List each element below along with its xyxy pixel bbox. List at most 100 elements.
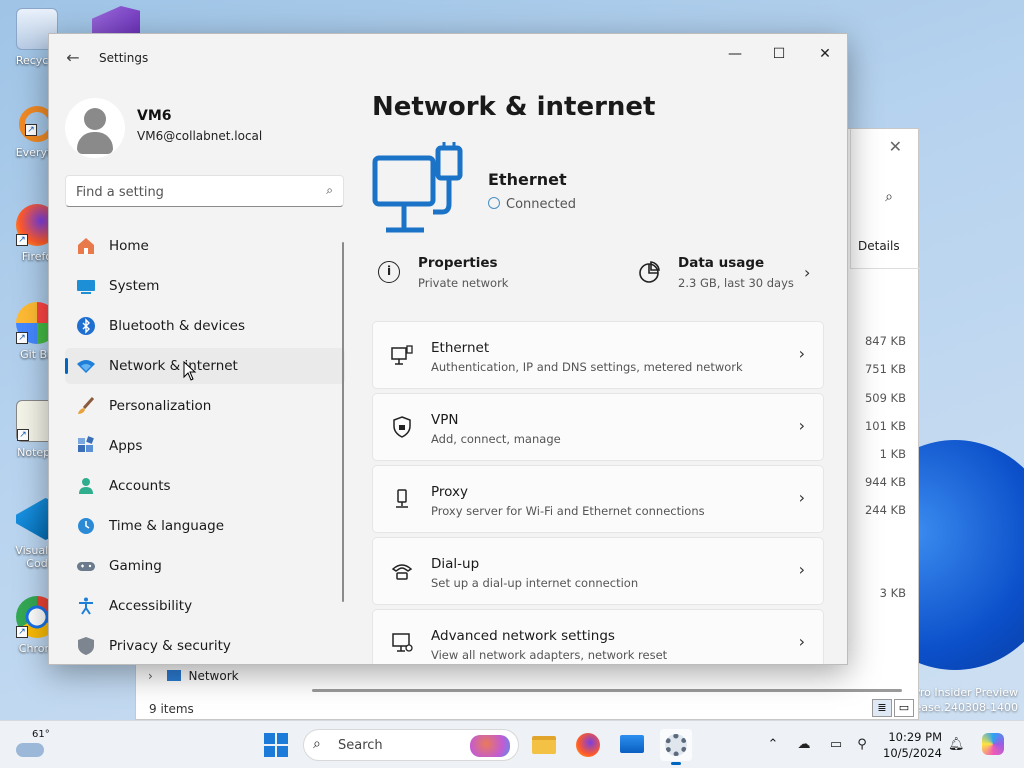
tiles-view-icon[interactable]: ▭ xyxy=(894,699,914,717)
connection-name: Ethernet xyxy=(488,170,567,189)
chevron-right-icon[interactable]: › xyxy=(148,669,153,683)
sidebar-item-system[interactable]: System xyxy=(65,268,345,304)
sidebar-item-accessibility[interactable]: Accessibility xyxy=(65,588,345,624)
weather-widget[interactable]: 61° xyxy=(16,729,52,761)
taskbar: 61° ⌕ Search ⌃ ☁ ▭ ⚲ 10:29 PM 10/5/2024 … xyxy=(0,720,1024,768)
dialup-icon xyxy=(391,564,413,580)
brush-icon xyxy=(78,396,95,414)
network-status-icon[interactable]: ⚲ xyxy=(854,737,870,753)
chevron-right-icon: › xyxy=(798,344,805,363)
display-icon[interactable]: ▭ xyxy=(828,737,844,753)
clock[interactable]: 10:29 PM 10/5/2024 xyxy=(880,729,942,761)
sidebar-item-gaming[interactable]: Gaming xyxy=(65,548,345,584)
sidebar-item-bluetooth[interactable]: Bluetooth & devices xyxy=(65,308,345,344)
search-icon: ⌕ xyxy=(313,736,321,752)
sidebar-item-time-language[interactable]: Time & language xyxy=(65,508,345,544)
windows-logo-tile xyxy=(264,733,275,744)
sidebar-item-home[interactable]: Home xyxy=(65,228,345,264)
avatar-head-shape xyxy=(84,108,106,130)
shortcut-arrow-icon: ↗ xyxy=(16,626,28,638)
chevron-up-icon[interactable]: ⌃ xyxy=(765,737,781,753)
advanced-network-card[interactable]: Advanced network settings View all netwo… xyxy=(372,609,824,664)
chevron-right-icon: › xyxy=(798,488,805,507)
find-setting-input[interactable] xyxy=(76,182,306,202)
sidebar-item-label: Time & language xyxy=(109,518,225,534)
info-icon: i xyxy=(378,261,400,283)
sidebar-item-network[interactable]: Network & internet xyxy=(65,348,345,384)
settings-window[interactable]: ← Settings — ☐ ✕ VM6 VM6@collabnet.local… xyxy=(48,33,848,665)
properties-link[interactable]: i Properties Private network xyxy=(378,253,578,297)
settings-taskbar-button[interactable] xyxy=(660,729,692,765)
close-button[interactable]: ✕ xyxy=(803,40,847,68)
details-view-icon[interactable]: ≣ xyxy=(872,699,892,717)
file-size: 751 KB xyxy=(864,362,906,376)
temperature: 61° xyxy=(32,729,50,740)
search-icon[interactable]: ⌕ xyxy=(326,183,333,198)
title-bar[interactable]: ← Settings — ☐ ✕ xyxy=(49,34,847,82)
taskbar-search-label: Search xyxy=(338,738,383,753)
globe-icon xyxy=(488,197,500,209)
card-subtitle: Proxy server for Wi-Fi and Ethernet conn… xyxy=(431,504,705,518)
find-setting-box[interactable]: ⌕ xyxy=(65,175,344,207)
ethernet-card[interactable]: Ethernet Authentication, IP and DNS sett… xyxy=(372,321,824,389)
sidebar-item-label: Home xyxy=(109,238,149,254)
dialup-card[interactable]: Dial-up Set up a dial-up internet connec… xyxy=(372,537,824,605)
data-usage-title: Data usage xyxy=(678,255,765,271)
sidebar-item-apps[interactable]: Apps xyxy=(65,428,345,464)
file-size: 1 KB xyxy=(879,447,906,461)
back-arrow-icon[interactable]: ← xyxy=(63,48,83,68)
data-usage-link[interactable]: Data usage 2.3 GB, last 30 days › xyxy=(638,253,828,297)
system-icon xyxy=(77,280,95,294)
page-title: Network & internet xyxy=(372,92,656,122)
sidebar-scrollbar[interactable] xyxy=(342,242,344,602)
card-title: VPN xyxy=(431,412,459,428)
cloud-icon xyxy=(16,743,44,757)
nav-pane-network[interactable]: › Network xyxy=(148,669,239,683)
sidebar-item-label: Privacy & security xyxy=(109,638,231,654)
monitor-app-taskbar-button[interactable] xyxy=(616,729,648,761)
vpn-card[interactable]: VPN Add, connect, manage › xyxy=(372,393,824,461)
watermark-line1: Pro Insider Preview xyxy=(913,686,1018,699)
file-explorer-taskbar-button[interactable] xyxy=(528,729,560,761)
file-size: 3 KB xyxy=(879,586,906,600)
horizontal-scrollbar[interactable] xyxy=(312,689,902,692)
cloud-offline-icon[interactable]: ☁ xyxy=(796,737,812,753)
user-name: VM6 xyxy=(137,108,172,124)
selection-indicator xyxy=(65,358,68,374)
start-button[interactable] xyxy=(264,733,288,757)
sidebar-item-accounts[interactable]: Accounts xyxy=(65,468,345,504)
card-title: Proxy xyxy=(431,484,468,500)
time-language-icon xyxy=(78,518,94,534)
search-icon[interactable]: ⌕ xyxy=(869,179,909,215)
firefox-taskbar-button[interactable] xyxy=(572,729,604,761)
gear-icon xyxy=(665,734,687,756)
bell-icon[interactable]: 🔔︎ xyxy=(948,737,965,753)
windows-logo-tile xyxy=(277,746,288,757)
shortcut-arrow-icon: ↗ xyxy=(16,332,28,344)
sidebar-item-personalization[interactable]: Personalization xyxy=(65,388,345,424)
minimize-button[interactable]: — xyxy=(713,40,757,68)
sidebar-item-label: Accessibility xyxy=(109,598,193,614)
vpn-shield-icon xyxy=(393,416,411,438)
sidebar-item-privacy-security[interactable]: Privacy & security xyxy=(65,628,345,664)
copilot-icon[interactable] xyxy=(982,733,1004,755)
clock-time: 10:29 PM xyxy=(888,730,942,744)
ethernet-icon xyxy=(391,345,413,365)
details-button[interactable]: Details xyxy=(858,239,900,253)
avatar[interactable] xyxy=(65,98,125,158)
close-icon[interactable]: ✕ xyxy=(889,137,902,156)
windows-logo-tile xyxy=(264,746,275,757)
properties-title: Properties xyxy=(418,255,498,271)
ethernet-monitor-icon xyxy=(372,142,463,233)
card-subtitle: Authentication, IP and DNS settings, met… xyxy=(431,360,743,374)
sidebar-item-label: Gaming xyxy=(109,558,162,574)
chevron-right-icon: › xyxy=(798,632,805,651)
app-title: Settings xyxy=(99,51,149,65)
bluetooth-icon xyxy=(77,317,95,335)
maximize-button[interactable]: ☐ xyxy=(757,40,801,68)
card-title: Advanced network settings xyxy=(431,628,615,644)
shortcut-arrow-icon: ↗ xyxy=(17,429,29,441)
accounts-icon xyxy=(79,478,93,494)
taskbar-search[interactable]: ⌕ Search xyxy=(303,729,519,761)
proxy-card[interactable]: Proxy Proxy server for Wi-Fi and Etherne… xyxy=(372,465,824,533)
